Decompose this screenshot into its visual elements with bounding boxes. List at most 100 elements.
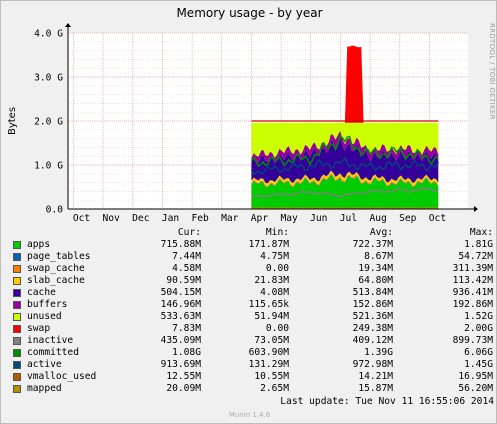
- legend-swatch: [13, 373, 21, 381]
- legend-swatch: [13, 277, 21, 285]
- legend-max: 2.00G: [464, 323, 493, 334]
- legend-avg: 249.38M: [352, 323, 393, 334]
- legend-cur: 4.58M: [172, 263, 201, 274]
- legend-cur: 20.09M: [166, 383, 201, 394]
- legend-name: page_tables: [27, 251, 91, 262]
- legend-cur: 12.55M: [166, 371, 201, 382]
- legend-row-buffers: buffers 146.96M 115.65k 152.86M 192.86M: [13, 299, 493, 311]
- legend-min: 2.65M: [260, 383, 289, 394]
- y-tick-label: 0.0: [46, 205, 64, 216]
- legend-header-avg: Avg:: [369, 227, 393, 238]
- legend-max: 6.06G: [464, 347, 493, 358]
- legend-row-committed: committed 1.08G 603.90M 1.39G 6.06G: [13, 347, 493, 359]
- legend-header-cur: Cur:: [177, 227, 201, 238]
- x-tick-label: Oct: [429, 213, 446, 224]
- x-tick-label: Jun: [310, 213, 327, 224]
- x-tick-label: Sep: [399, 213, 417, 224]
- legend-swatch: [13, 265, 21, 273]
- y-tick-label: 4.0 G: [34, 29, 63, 40]
- legend-name: swap_cache: [27, 263, 85, 274]
- legend-header-row: Cur: Min: Avg: Max:: [13, 227, 493, 239]
- legend-max: 899.73M: [452, 335, 493, 346]
- legend-name: buffers: [27, 299, 68, 310]
- x-tick-label: Jul: [340, 213, 357, 224]
- legend-avg: 19.34M: [358, 263, 393, 274]
- x-tick-label: Feb: [191, 213, 209, 224]
- legend-swatch: [13, 361, 21, 369]
- legend-max: 56.20M: [458, 383, 493, 394]
- legend-avg: 1.39G: [364, 347, 393, 358]
- legend-name: unused: [27, 311, 62, 322]
- legend-header-min: Min:: [265, 227, 289, 238]
- legend-name: apps: [27, 239, 51, 250]
- x-axis-arrow: [474, 206, 478, 212]
- legend-max: 192.86M: [452, 299, 493, 310]
- legend-min: 115.65k: [248, 299, 289, 310]
- legend-avg: 972.98M: [352, 359, 393, 370]
- legend-row-unused: unused 533.63M 51.94M 521.36M 1.52G: [13, 311, 493, 323]
- y-axis-arrow: [65, 23, 71, 27]
- legend-swatch: [13, 301, 21, 309]
- legend-name: slab_cache: [27, 275, 85, 286]
- munin-graph: Memory usage - by year Bytes RRDTOOL / T…: [0, 0, 497, 424]
- legend-swatch: [13, 349, 21, 357]
- legend-min: 0.00: [265, 263, 289, 274]
- legend-swatch: [13, 253, 21, 261]
- legend-avg: 14.21M: [358, 371, 393, 382]
- legend-cur: 913.69M: [160, 359, 201, 370]
- legend-avg: 64.80M: [358, 275, 393, 286]
- legend-row-slab-cache: slab_cache 90.59M 21.83M 64.80M 113.42M: [13, 275, 493, 287]
- legend-avg: 15.87M: [358, 383, 393, 394]
- legend-name: swap: [27, 323, 51, 334]
- y-tick-label: 1.0 G: [34, 161, 63, 172]
- y-tick-label: 2.0 G: [34, 117, 63, 128]
- x-tick-label: Mar: [221, 213, 239, 224]
- legend-name: committed: [27, 347, 79, 358]
- legend-cur: 715.88M: [160, 239, 201, 250]
- legend-min: 603.90M: [248, 347, 289, 358]
- legend-swatch: [13, 313, 21, 321]
- legend-max: 936.41M: [452, 287, 493, 298]
- legend-name: active: [27, 359, 62, 370]
- legend-cur: 435.09M: [160, 335, 201, 346]
- legend-row-apps: apps 715.88M 171.87M 722.37M 1.81G: [13, 239, 493, 251]
- legend-max: 16.95M: [458, 371, 493, 382]
- legend-header-max: Max:: [469, 227, 493, 238]
- legend-row-swap-cache: swap_cache 4.58M 0.00 19.34M 311.39M: [13, 263, 493, 275]
- y-tick-label: 3.0 G: [34, 73, 63, 84]
- legend-row-inactive: inactive 435.09M 73.05M 409.12M 899.73M: [13, 335, 493, 347]
- x-tick-label: Dec: [132, 213, 149, 224]
- legend-name: mapped: [27, 383, 62, 394]
- legend-min: 4.75M: [260, 251, 289, 262]
- legend-swatch: [13, 289, 21, 297]
- x-tick-label: Apr: [251, 213, 269, 224]
- legend-max: 311.39M: [452, 263, 493, 274]
- legend-avg: 722.37M: [352, 239, 393, 250]
- legend-min: 51.94M: [254, 311, 289, 322]
- legend-min: 21.83M: [254, 275, 289, 286]
- x-tick-label: Nov: [102, 213, 120, 224]
- x-tick-label: Aug: [369, 213, 386, 224]
- legend-max: 1.45G: [464, 359, 493, 370]
- legend-avg: 152.86M: [352, 299, 393, 310]
- legend-max: 54.72M: [458, 251, 493, 262]
- legend-swatch: [13, 241, 21, 249]
- legend-cur: 146.96M: [160, 299, 201, 310]
- legend-row-swap: swap 7.83M 0.00 249.38M 2.00G: [13, 323, 493, 335]
- legend-row-cache: cache 504.15M 4.08M 513.84M 936.41M: [13, 287, 493, 299]
- legend-avg: 513.84M: [352, 287, 393, 298]
- legend-name: inactive: [27, 335, 74, 346]
- legend-min: 131.29M: [248, 359, 289, 370]
- legend-min: 171.87M: [248, 239, 289, 250]
- legend-min: 10.55M: [254, 371, 289, 382]
- legend-min: 73.05M: [254, 335, 289, 346]
- legend-cur: 1.08G: [172, 347, 201, 358]
- legend-avg: 521.36M: [352, 311, 393, 322]
- legend-swatch: [13, 385, 21, 393]
- legend-min: 0.00: [265, 323, 289, 334]
- legend-row-active: active 913.69M 131.29M 972.98M 1.45G: [13, 359, 493, 371]
- legend-row-page-tables: page_tables 7.44M 4.75M 8.67M 54.72M: [13, 251, 493, 263]
- legend-cur: 7.44M: [172, 251, 201, 262]
- munin-version: Munin 1.4.6: [228, 411, 271, 419]
- legend-cur: 504.15M: [160, 287, 201, 298]
